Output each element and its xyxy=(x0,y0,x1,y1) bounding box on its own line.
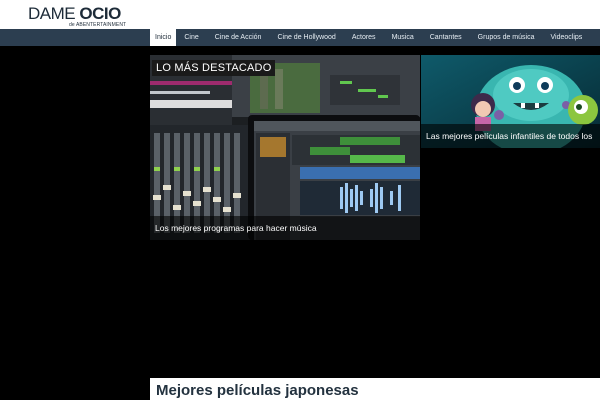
featured-slider: LO MÁS DESTACADO Los mejores programas p… xyxy=(150,55,600,240)
nav-items: Inicio Cine Cine de Acción Cine de Holly… xyxy=(150,29,590,46)
main-nav: Inicio Cine Cine de Acción Cine de Holly… xyxy=(0,29,600,46)
nav-item-musica[interactable]: Musica xyxy=(384,29,422,46)
slide-kids-movies[interactable]: Las mejores películas infantiles de todo… xyxy=(421,55,600,148)
site-header: DAME OCIO de ABENTERTAINMENT xyxy=(0,0,600,29)
site-logo[interactable]: DAME OCIO de ABENTERTAINMENT xyxy=(28,5,126,28)
slide-caption-main[interactable]: Los mejores programas para hacer música xyxy=(150,216,420,240)
article-card: Mejores películas japonesas xyxy=(150,378,600,400)
featured-label: LO MÁS DESTACADO xyxy=(152,60,276,76)
nav-item-cine[interactable]: Cine xyxy=(176,29,206,46)
logo-subtitle: de ABENTERTAINMENT xyxy=(69,22,127,28)
slide-caption-right[interactable]: Las mejores películas infantiles de todo… xyxy=(421,124,600,148)
nav-item-cine-de-accion[interactable]: Cine de Acción xyxy=(207,29,270,46)
nav-item-cine-de-hollywood[interactable]: Cine de Hollywood xyxy=(269,29,343,46)
logo-wordmark: DAME OCIO xyxy=(28,5,121,22)
nav-item-cantantes[interactable]: Cantantes xyxy=(422,29,470,46)
logo-ocio: OCIO xyxy=(79,4,121,23)
nav-item-actores[interactable]: Actores xyxy=(344,29,384,46)
nav-item-inicio[interactable]: Inicio xyxy=(150,29,177,46)
logo-dame: DAME xyxy=(28,4,76,23)
nav-item-videoclips[interactable]: Videoclips xyxy=(542,29,590,46)
nav-item-grupos-de-musica[interactable]: Grupos de música xyxy=(470,29,543,46)
music-software-image xyxy=(150,55,420,240)
slide-music-software[interactable]: LO MÁS DESTACADO Los mejores programas p… xyxy=(150,55,420,240)
article-title[interactable]: Mejores películas japonesas xyxy=(156,382,359,399)
